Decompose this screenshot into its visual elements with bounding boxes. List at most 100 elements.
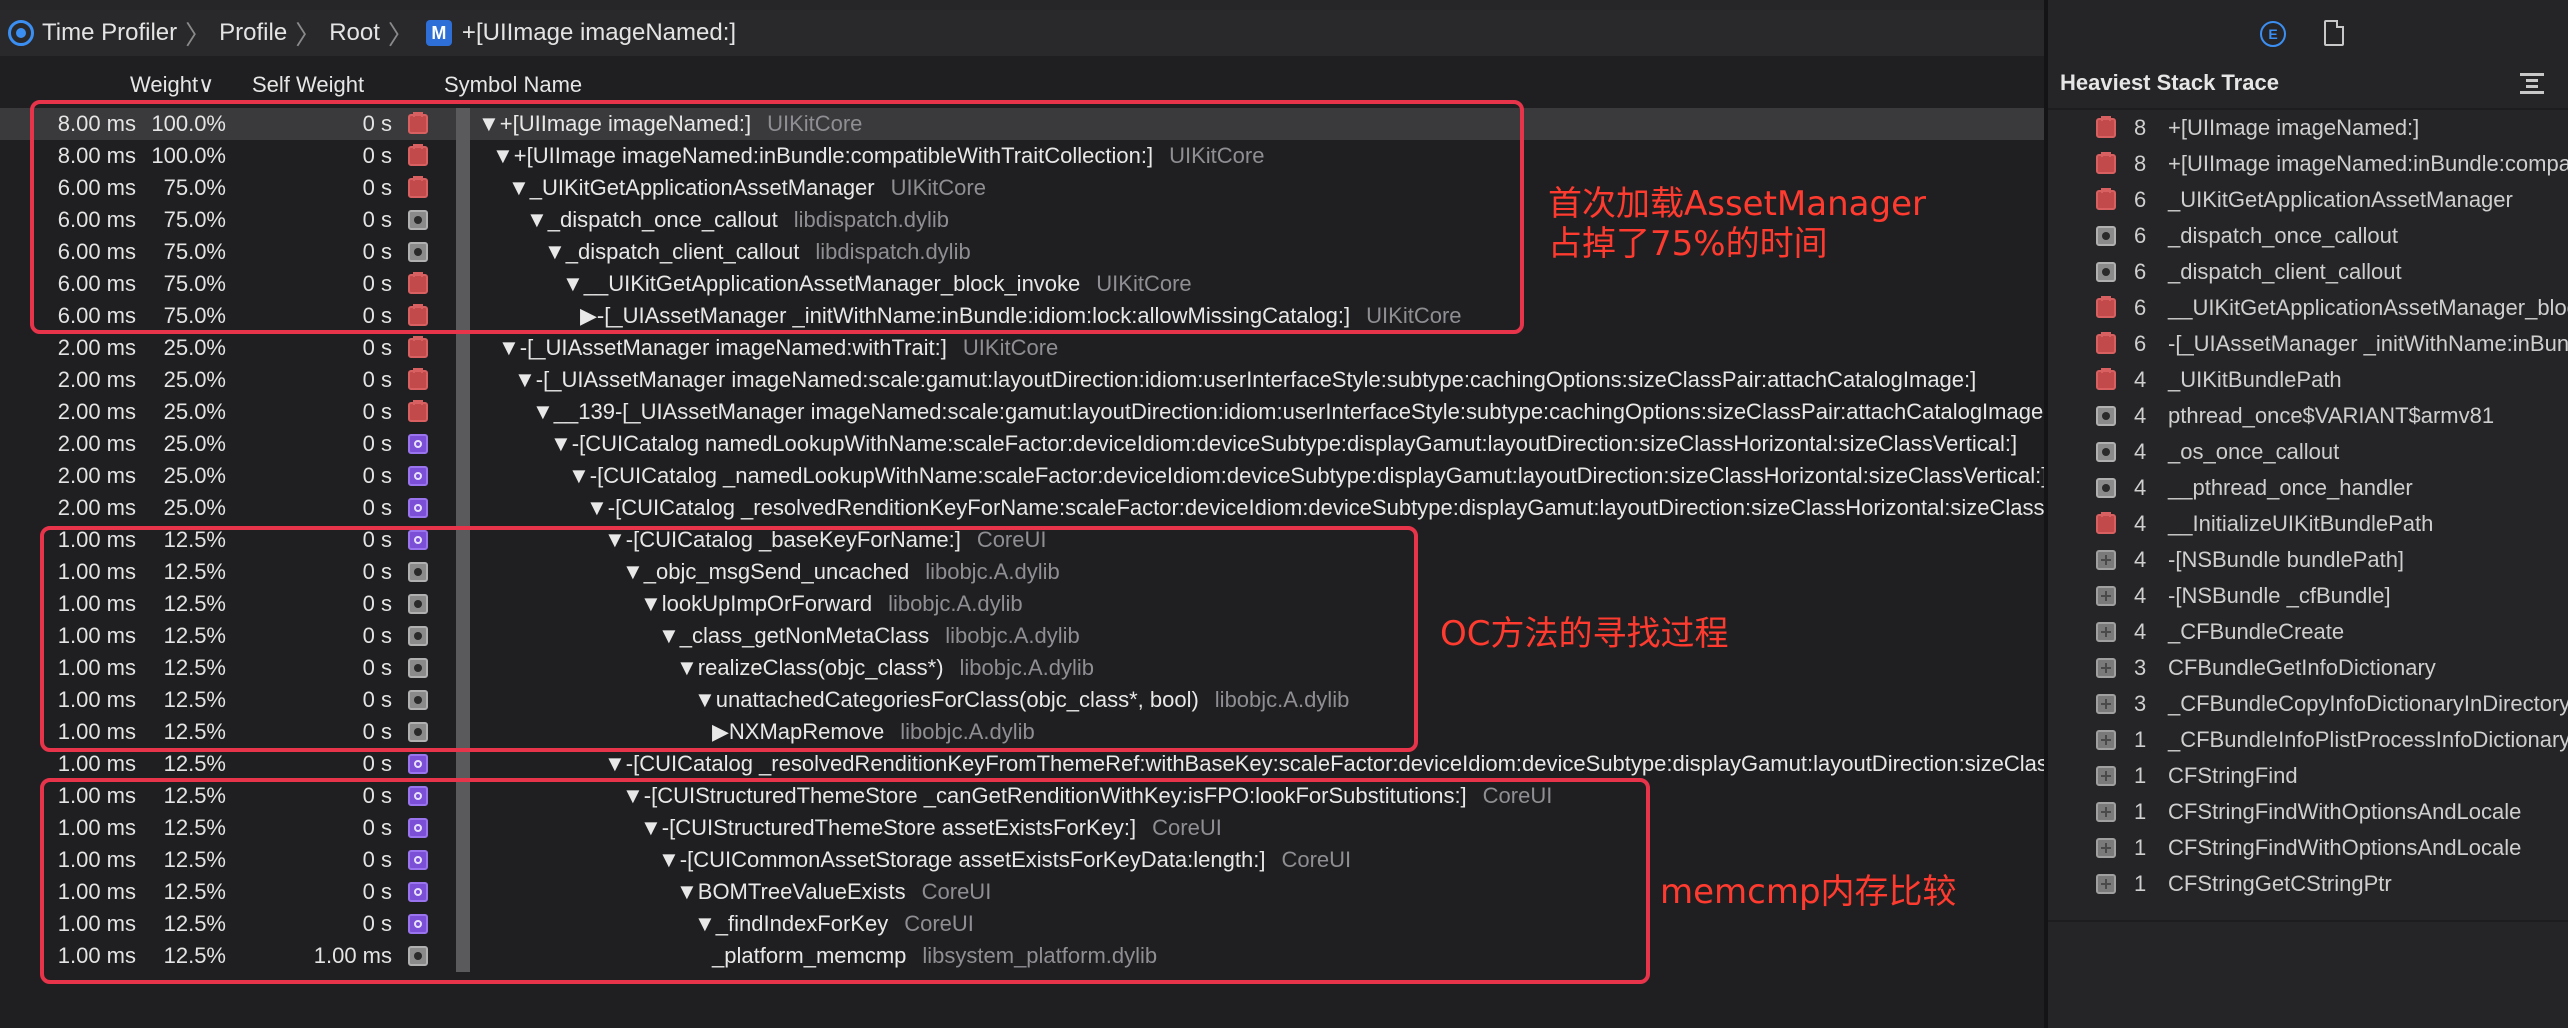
frame-symbol: pthread_once$VARIANT$armv81	[2168, 403, 2495, 428]
suitcase-icon	[408, 336, 428, 358]
annotation-oc-lookup: OC方法的寻找过程	[1440, 614, 1729, 654]
stack-frame-row[interactable]: 8 +[UIImage imageNamed:inBundle:compatibl…	[2048, 146, 2568, 182]
frame-count: 1	[2134, 763, 2147, 788]
suitcase-icon	[2096, 296, 2116, 318]
frame-symbol: CFStringGetCStringPtr	[2168, 871, 2392, 896]
extended-detail-icon[interactable]: E	[2260, 21, 2286, 47]
stack-frame-row[interactable]: 1 CFStringFindWithOptionsAndLocale	[2048, 830, 2568, 866]
highlight-box-asset-manager	[30, 100, 1524, 334]
self-weight: 0 s	[362, 431, 392, 456]
grid-icon	[2096, 838, 2116, 858]
stack-frame-row[interactable]: 1 CFStringGetCStringPtr	[2048, 866, 2568, 902]
frame-symbol: -[_UIAssetManager _initWithName:inBundle…	[2168, 331, 2568, 356]
frame-count: 6	[2134, 223, 2147, 248]
self-weight: 0 s	[362, 751, 392, 776]
column-weight[interactable]: Weight∨	[130, 72, 214, 98]
grid-icon	[2096, 874, 2116, 894]
stack-frame-row[interactable]: 6 _UIKitGetApplicationAssetManager	[2048, 182, 2568, 218]
column-symbol-name[interactable]: Symbol Name	[444, 72, 582, 98]
stack-frame-row[interactable]: 1 CFStringFindWithOptionsAndLocale	[2048, 794, 2568, 830]
stack-frame-row[interactable]: 1 CFStringFind	[2048, 758, 2568, 794]
frame-symbol: CFStringFindWithOptionsAndLocale	[2168, 835, 2522, 860]
annotation-asset-manager: 首次加载AssetManager 占掉了75%的时间	[1548, 184, 1926, 264]
annotation-line: 占掉了75%的时间	[1548, 224, 1828, 264]
breadcrumb-item-method[interactable]: +[UIImage imageNamed:]	[462, 19, 736, 47]
time-profiler-icon	[8, 20, 34, 46]
grid-icon	[2096, 622, 2116, 642]
weight-ms: 2.00 ms	[57, 495, 136, 520]
frame-symbol: CFStringFind	[2168, 763, 2298, 788]
swirl-icon	[408, 754, 428, 774]
breadcrumb: Time Profiler 〉 Profile 〉 Root 〉 M +[UII…	[0, 10, 2044, 56]
stack-frame-row[interactable]: 4 _os_once_callout	[2048, 434, 2568, 470]
breadcrumb-item-profile[interactable]: Profile	[219, 19, 287, 47]
stack-frame-row[interactable]: 3 CFBundleGetInfoDictionary	[2048, 650, 2568, 686]
annotation-memcmp: memcmp内存比较	[1660, 872, 1957, 912]
stack-frame-row[interactable]: 6 -[_UIAssetManager _initWithName:inBundl…	[2048, 326, 2568, 362]
stack-frame-row[interactable]: 4 __InitializeUIKitBundlePath	[2048, 506, 2568, 542]
weight-ms: 2.00 ms	[57, 463, 136, 488]
grid-icon	[2096, 586, 2116, 606]
swirl-icon	[408, 466, 428, 486]
depth-bar	[456, 364, 470, 396]
stack-frame-row[interactable]: 6 _dispatch_once_callout	[2048, 218, 2568, 254]
table-row[interactable]: 2.00 ms 25.0% 0 s ▼-[CUICatalog _resolvedRe…	[0, 492, 2129, 524]
frame-count: 8	[2134, 115, 2147, 140]
self-weight: 0 s	[362, 367, 392, 392]
suitcase-icon	[2096, 512, 2116, 534]
stack-frame-row[interactable]: 6 __UIKitGetApplicationAssetManager_block…	[2048, 290, 2568, 326]
frame-count: 4	[2134, 439, 2147, 464]
frame-count: 4	[2134, 403, 2147, 428]
frame-symbol: _os_once_callout	[2168, 439, 2340, 464]
grid-icon	[2096, 694, 2116, 714]
frame-symbol: -[NSBundle _cfBundle]	[2168, 583, 2391, 608]
table-row[interactable]: 2.00 ms 25.0% 0 s ▼-[_UIAssetManager imageN…	[0, 332, 2044, 364]
frame-count: 4	[2134, 475, 2147, 500]
symbol-text: ▼__139-[_UIAssetManager imageNamed:scale…	[532, 399, 2195, 424]
weight-percent: 25.0%	[163, 335, 226, 360]
table-row[interactable]: 2.00 ms 25.0% 0 s ▼__139-[_UIAssetManager i…	[0, 396, 2195, 428]
title-strip	[0, 0, 2044, 10]
grid-icon	[2096, 730, 2116, 750]
breadcrumb-item-time-profiler[interactable]: Time Profiler	[42, 19, 177, 47]
stack-options-icon[interactable]	[2520, 70, 2544, 94]
column-self-weight[interactable]: Self Weight	[252, 72, 364, 98]
stack-frame-row[interactable]: 8 +[UIImage imageNamed:]	[2048, 110, 2568, 146]
table-row[interactable]: 2.00 ms 25.0% 0 s ▼-[CUICatalog namedLookup…	[0, 428, 2044, 460]
symbol-name: ▼-[CUICatalog _resolvedRenditionKeyFromT…	[604, 748, 2186, 780]
grid-icon	[2096, 802, 2116, 822]
stack-frame-row[interactable]: 4 -[NSBundle bundlePath]	[2048, 542, 2568, 578]
self-weight: 0 s	[362, 335, 392, 360]
stack-frame-row[interactable]: 6 _dispatch_client_callout	[2048, 254, 2568, 290]
depth-bar	[456, 460, 470, 492]
grid-icon	[2096, 658, 2116, 678]
stack-frame-row[interactable]: 4 __pthread_once_handler	[2048, 470, 2568, 506]
table-row[interactable]: 2.00 ms 25.0% 0 s ▼-[_UIAssetManager imageN…	[0, 364, 2044, 396]
gear-icon	[2096, 262, 2116, 282]
swirl-icon	[408, 434, 428, 454]
stack-frame-row[interactable]: 3 _CFBundleCopyInfoDictionaryInDirectory	[2048, 686, 2568, 722]
frame-count: 6	[2134, 295, 2147, 320]
depth-bar	[456, 748, 470, 780]
symbol-text: ▼-[_UIAssetManager imageNamed:withTrait:…	[498, 335, 947, 360]
table-row[interactable]: 1.00 ms 12.5% 0 s ▼-[CUICatalog _resolvedRe…	[0, 748, 2170, 780]
frame-symbol: _UIKitGetApplicationAssetManager	[2168, 187, 2513, 212]
stack-frame-row[interactable]: 4 _UIKitBundlePath	[2048, 362, 2568, 398]
self-weight: 0 s	[362, 463, 392, 488]
stack-frame-row[interactable]: 4 -[NSBundle _cfBundle]	[2048, 578, 2568, 614]
suitcase-icon	[2096, 116, 2116, 138]
self-weight: 0 s	[362, 399, 392, 424]
gear-icon	[2096, 226, 2116, 246]
method-icon: M	[425, 20, 452, 46]
frame-symbol: _CFBundleCreate	[2168, 619, 2345, 644]
stack-frame-row[interactable]: 4 _CFBundleCreate	[2048, 614, 2568, 650]
symbol-name: ▼__139-[_UIAssetManager imageNamed:scale…	[532, 396, 2211, 428]
grid-icon	[2096, 766, 2116, 786]
breadcrumb-item-root[interactable]: Root	[329, 19, 380, 47]
table-row[interactable]: 2.00 ms 25.0% 0 s ▼-[CUICatalog _namedLooku…	[0, 460, 2047, 492]
frame-symbol: __InitializeUIKitBundlePath	[2168, 511, 2434, 536]
stack-frame-row[interactable]: 4 pthread_once$VARIANT$armv81	[2048, 398, 2568, 434]
stack-frame-row[interactable]: 1 _CFBundleInfoPlistProcessInfoDictionary	[2048, 722, 2568, 758]
document-icon[interactable]	[2324, 20, 2344, 46]
frame-symbol: _dispatch_client_callout	[2168, 259, 2402, 284]
